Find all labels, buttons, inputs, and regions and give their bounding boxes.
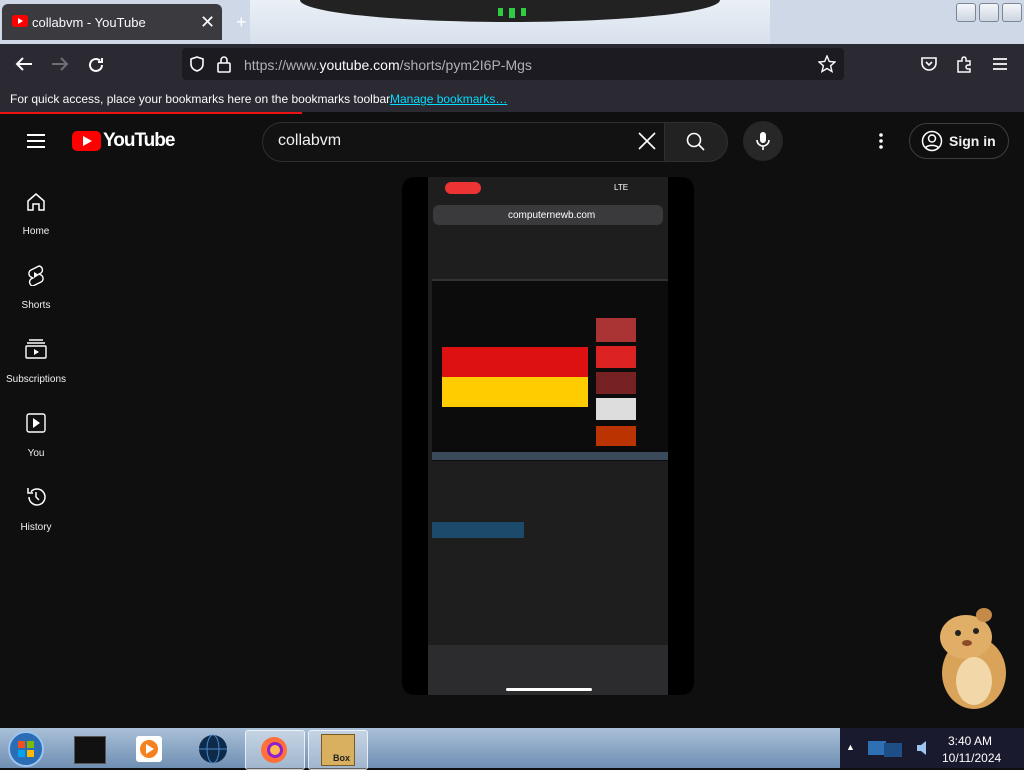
- globe-icon: [199, 734, 227, 764]
- video-status-lte: LTE: [614, 183, 629, 192]
- hamster-desktop-pet-icon[interactable]: [922, 603, 1020, 711]
- your-channel-icon: [26, 413, 46, 433]
- sign-in-label[interactable]: Sign in: [949, 133, 996, 149]
- nav-you[interactable]: You: [0, 404, 72, 476]
- clock-time[interactable]: 3:40 AM: [948, 734, 992, 748]
- taskbar-app-media-player[interactable]: [120, 730, 178, 768]
- youtube-logo-text: YouTube: [103, 130, 175, 151]
- shorts-icon: [28, 265, 44, 286]
- nav-shorts[interactable]: Shorts: [0, 256, 72, 328]
- video-flag-yellow-band: [442, 377, 588, 407]
- tab-title: collabvm - YouTube: [32, 15, 146, 30]
- home-icon: [27, 193, 45, 211]
- reload-icon[interactable]: [86, 55, 106, 75]
- video-phone-url-text: computernewb.com: [508, 210, 596, 221]
- nav-shorts-label: Shorts: [21, 300, 51, 311]
- guide-menu-icon[interactable]: [26, 133, 46, 149]
- search-input[interactable]: collabvm: [278, 132, 341, 150]
- shield-icon[interactable]: [188, 55, 206, 73]
- bookmark-star-icon[interactable]: [818, 55, 836, 73]
- taskbar-app-box[interactable]: Box: [308, 730, 368, 770]
- media-player-icon: [136, 736, 162, 762]
- subscriptions-icon: [25, 339, 47, 359]
- search-icon: [686, 132, 705, 151]
- taskbar-app-globe[interactable]: [184, 730, 242, 768]
- forward-icon[interactable]: [50, 56, 70, 72]
- nav-subscriptions-label: Subscriptions: [5, 374, 67, 385]
- tab-close-icon[interactable]: ✕: [200, 12, 215, 33]
- menu-icon[interactable]: [992, 57, 1008, 71]
- terminal-icon: [74, 736, 106, 764]
- video-flag-red-band: [442, 347, 588, 377]
- youtube-logo-icon: [72, 131, 101, 151]
- window-close-button[interactable]: [1002, 3, 1022, 22]
- video-inner-highlight: [432, 522, 524, 538]
- video-inner-taskbar: [432, 452, 668, 460]
- youtube-favicon-icon: [12, 15, 28, 27]
- clear-search-icon[interactable]: [637, 131, 657, 151]
- video-home-indicator: [506, 688, 592, 691]
- minimize-button[interactable]: [956, 3, 976, 22]
- bookmarks-toolbar: For quick access, place your bookmarks h…: [0, 84, 1024, 112]
- lock-icon[interactable]: [216, 55, 232, 73]
- video-thumb: [596, 426, 636, 446]
- clock-date[interactable]: 10/11/2024: [942, 751, 1001, 765]
- maximize-button[interactable]: [979, 3, 999, 22]
- search-button[interactable]: [664, 122, 728, 162]
- video-thumb: [596, 398, 636, 420]
- start-button-icon[interactable]: [6, 730, 46, 768]
- video-thumb: [596, 318, 636, 342]
- history-icon: [27, 488, 46, 506]
- url-text[interactable]: https://www.youtube.com/shorts/pym2I6P-M…: [244, 57, 532, 73]
- voice-search-button[interactable]: [743, 121, 783, 161]
- new-tab-button[interactable]: +: [236, 12, 247, 33]
- video-thumb: [596, 346, 636, 368]
- decoration-icon: [498, 8, 526, 18]
- network-icon[interactable]: [866, 737, 910, 761]
- taskbar-app-firefox[interactable]: [245, 730, 305, 770]
- more-options-icon[interactable]: [877, 132, 885, 150]
- box-app-label: Box: [333, 753, 351, 763]
- back-icon[interactable]: [14, 56, 34, 72]
- nav-home[interactable]: Home: [0, 182, 72, 254]
- pocket-icon[interactable]: [920, 56, 938, 72]
- account-icon: [921, 130, 943, 152]
- browser-tab[interactable]: collabvm - YouTube ✕: [2, 4, 222, 40]
- manage-bookmarks-link[interactable]: Manage bookmarks…: [390, 92, 507, 106]
- nav-home-label: Home: [22, 226, 50, 237]
- nav-history[interactable]: History: [0, 478, 72, 550]
- firefox-icon: [261, 737, 287, 763]
- nav-history-label: History: [20, 522, 52, 533]
- volume-icon[interactable]: [916, 740, 930, 756]
- taskbar-app-terminal[interactable]: [60, 730, 118, 768]
- nav-subscriptions[interactable]: Subscriptions: [0, 330, 72, 402]
- tray-expand-icon[interactable]: ▲: [846, 742, 855, 752]
- microphone-icon: [756, 132, 770, 150]
- video-thumb: [596, 372, 636, 394]
- extensions-icon[interactable]: [955, 55, 973, 73]
- nav-you-label: You: [27, 448, 45, 459]
- bookmarks-hint: For quick access, place your bookmarks h…: [10, 92, 393, 106]
- youtube-logo[interactable]: YouTube: [72, 130, 175, 152]
- video-recording-indicator: [445, 182, 481, 194]
